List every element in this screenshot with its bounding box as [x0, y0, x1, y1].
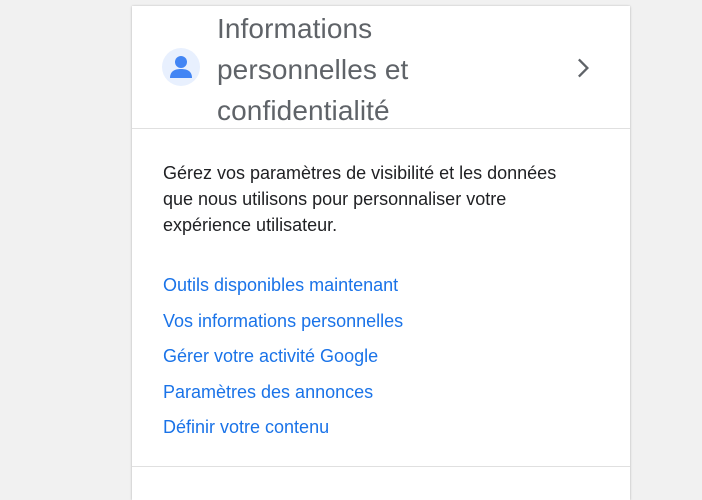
list-item: Définir votre contenu	[163, 410, 593, 446]
link-list: Outils disponibles maintenant Vos inform…	[163, 268, 593, 446]
card-description: Gérez vos paramètres de visibilité et le…	[163, 160, 593, 238]
card-title-line: Informations	[217, 13, 373, 44]
link-personal-info[interactable]: Vos informations personnelles	[163, 311, 403, 331]
card-title: Informations personnelles et confidentia…	[217, 8, 557, 131]
link-define-content[interactable]: Définir votre contenu	[163, 417, 329, 437]
link-ad-settings[interactable]: Paramètres des annonces	[163, 382, 373, 402]
privacy-card: Informations personnelles et confidentia…	[132, 6, 630, 500]
list-item: Paramètres des annonces	[163, 375, 593, 411]
card-title-line: confidentialité	[217, 95, 390, 126]
link-tools-available-now[interactable]: Outils disponibles maintenant	[163, 275, 398, 295]
list-item: Outils disponibles maintenant	[163, 268, 593, 304]
link-manage-google-activity[interactable]: Gérer votre activité Google	[163, 346, 378, 366]
chevron-right-icon[interactable]	[568, 54, 596, 82]
person-avatar-icon	[162, 48, 200, 86]
footer-divider	[132, 466, 630, 467]
card-header[interactable]: Informations personnelles et confidentia…	[132, 6, 630, 129]
card-title-line: personnelles et	[217, 54, 409, 85]
list-item: Vos informations personnelles	[163, 304, 593, 340]
description-line: que nous utilisons pour personnaliser vo…	[163, 189, 507, 209]
description-line: Gérez vos paramètres de visibilité et le…	[163, 163, 557, 183]
description-line: expérience utilisateur.	[163, 215, 338, 235]
list-item: Gérer votre activité Google	[163, 339, 593, 375]
